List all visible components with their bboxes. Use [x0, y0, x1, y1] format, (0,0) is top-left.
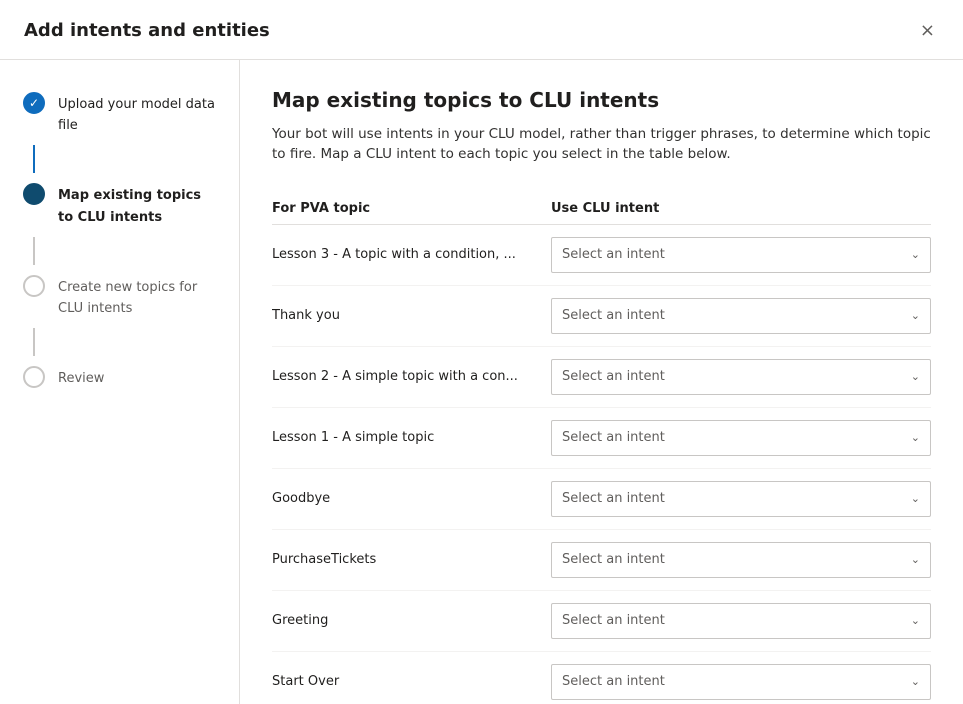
intent-select: Select an intent ⌄ — [551, 542, 931, 578]
step-indicator-col-2 — [20, 183, 48, 205]
connector-spacer-1 — [20, 143, 48, 175]
intent-select: Select an intent ⌄ — [551, 237, 931, 273]
connector-spacer-3 — [20, 326, 48, 358]
table-row: Start Over Select an intent ⌄ — [272, 652, 931, 704]
intent-select-control[interactable]: Select an intent ⌄ — [551, 542, 931, 578]
intent-placeholder: Select an intent — [562, 552, 665, 567]
step-indicator-col-3 — [20, 275, 48, 297]
dialog-body: ✓ Upload your model data file — [0, 60, 963, 704]
step-map: Map existing topics to CLU intents — [0, 175, 239, 234]
sidebar: ✓ Upload your model data file — [0, 60, 240, 704]
chevron-down-icon: ⌄ — [911, 614, 920, 627]
intent-select: Select an intent ⌄ — [551, 603, 931, 639]
topic-name: Lesson 2 - A simple topic with a con... — [272, 369, 551, 384]
step-label-create: Create new topics for CLU intents — [58, 280, 197, 316]
intent-select-control[interactable]: Select an intent ⌄ — [551, 664, 931, 700]
main-description: Your bot will use intents in your CLU mo… — [272, 124, 931, 165]
step-create: Create new topics for CLU intents — [0, 267, 239, 326]
connector-spacer-2 — [20, 235, 48, 267]
step-review: Review — [0, 358, 239, 396]
table-row: Lesson 1 - A simple topicSelect an inten… — [272, 408, 931, 469]
chevron-down-icon: ⌄ — [911, 431, 920, 444]
close-icon: × — [920, 20, 935, 41]
topic-name: Start Over — [272, 674, 551, 689]
topic-name: Lesson 3 - A topic with a condition, ... — [272, 247, 551, 262]
step-upload: ✓ Upload your model data file — [0, 84, 239, 143]
step-label-map: Map existing topics to CLU intents — [58, 188, 201, 224]
table-row: Thank you Select an intent ⌄ — [272, 286, 931, 347]
connector-1 — [0, 143, 239, 175]
intent-select: Select an intent ⌄ — [551, 481, 931, 517]
topic-name: Greeting — [272, 613, 551, 628]
table-header: For PVA topic Use CLU intent — [272, 193, 931, 225]
intent-placeholder: Select an intent — [562, 247, 665, 262]
topic-name: PurchaseTickets — [272, 552, 551, 567]
intent-select-control[interactable]: Select an intent ⌄ — [551, 481, 931, 517]
intent-placeholder: Select an intent — [562, 613, 665, 628]
topic-name: Goodbye — [272, 491, 551, 506]
chevron-down-icon: ⌄ — [911, 248, 920, 261]
intent-select-control[interactable]: Select an intent ⌄ — [551, 298, 931, 334]
table-row: Goodbye Select an intent ⌄ — [272, 469, 931, 530]
connector-3 — [0, 326, 239, 358]
intent-placeholder: Select an intent — [562, 308, 665, 323]
col-header-pva: For PVA topic — [272, 201, 551, 216]
check-icon-upload: ✓ — [29, 96, 39, 110]
step-indicator-col-1: ✓ — [20, 92, 48, 114]
step-circle-review — [23, 366, 45, 388]
add-intents-dialog: Add intents and entities × ✓ Upload your… — [0, 0, 963, 704]
intent-select-control[interactable]: Select an intent ⌄ — [551, 237, 931, 273]
chevron-down-icon: ⌄ — [911, 370, 920, 383]
step-text-review: Review — [58, 366, 104, 388]
intent-select-control[interactable]: Select an intent ⌄ — [551, 359, 931, 395]
intent-select: Select an intent ⌄ — [551, 298, 931, 334]
intent-placeholder: Select an intent — [562, 369, 665, 384]
intent-select: Select an intent ⌄ — [551, 420, 931, 456]
chevron-down-icon: ⌄ — [911, 675, 920, 688]
step-text-map: Map existing topics to CLU intents — [58, 183, 219, 226]
step-label-review: Review — [58, 371, 104, 386]
intent-placeholder: Select an intent — [562, 491, 665, 506]
chevron-down-icon: ⌄ — [911, 309, 920, 322]
topic-name: Lesson 1 - A simple topic — [272, 430, 551, 445]
step-text-create: Create new topics for CLU intents — [58, 275, 219, 318]
step-text-upload: Upload your model data file — [58, 92, 219, 135]
dialog-header: Add intents and entities × — [0, 0, 963, 60]
step-indicator-col-4 — [20, 366, 48, 388]
close-button[interactable]: × — [916, 16, 939, 45]
step-label-upload: Upload your model data file — [58, 97, 215, 133]
step-connector-1 — [33, 145, 35, 173]
intent-placeholder: Select an intent — [562, 430, 665, 445]
col-header-clu: Use CLU intent — [551, 201, 931, 216]
connector-2 — [0, 235, 239, 267]
intent-select: Select an intent ⌄ — [551, 359, 931, 395]
table-row: Lesson 3 - A topic with a condition, ...… — [272, 225, 931, 286]
table-row: Greeting Select an intent ⌄ — [272, 591, 931, 652]
table-row: Lesson 2 - A simple topic with a con...S… — [272, 347, 931, 408]
step-circle-create — [23, 275, 45, 297]
table-row: PurchaseTickets Select an intent ⌄ — [272, 530, 931, 591]
table-rows: Lesson 3 - A topic with a condition, ...… — [272, 225, 931, 704]
intent-select-control[interactable]: Select an intent ⌄ — [551, 603, 931, 639]
main-title: Map existing topics to CLU intents — [272, 88, 931, 112]
intent-placeholder: Select an intent — [562, 674, 665, 689]
intent-select: Select an intent ⌄ — [551, 664, 931, 700]
chevron-down-icon: ⌄ — [911, 553, 920, 566]
step-circle-map — [23, 183, 45, 205]
step-connector-2 — [33, 237, 35, 265]
dialog-title: Add intents and entities — [24, 20, 270, 41]
chevron-down-icon: ⌄ — [911, 492, 920, 505]
topic-name: Thank you — [272, 308, 551, 323]
intent-select-control[interactable]: Select an intent ⌄ — [551, 420, 931, 456]
step-connector-3 — [33, 328, 35, 356]
main-content: Map existing topics to CLU intents Your … — [240, 60, 963, 704]
step-circle-upload: ✓ — [23, 92, 45, 114]
